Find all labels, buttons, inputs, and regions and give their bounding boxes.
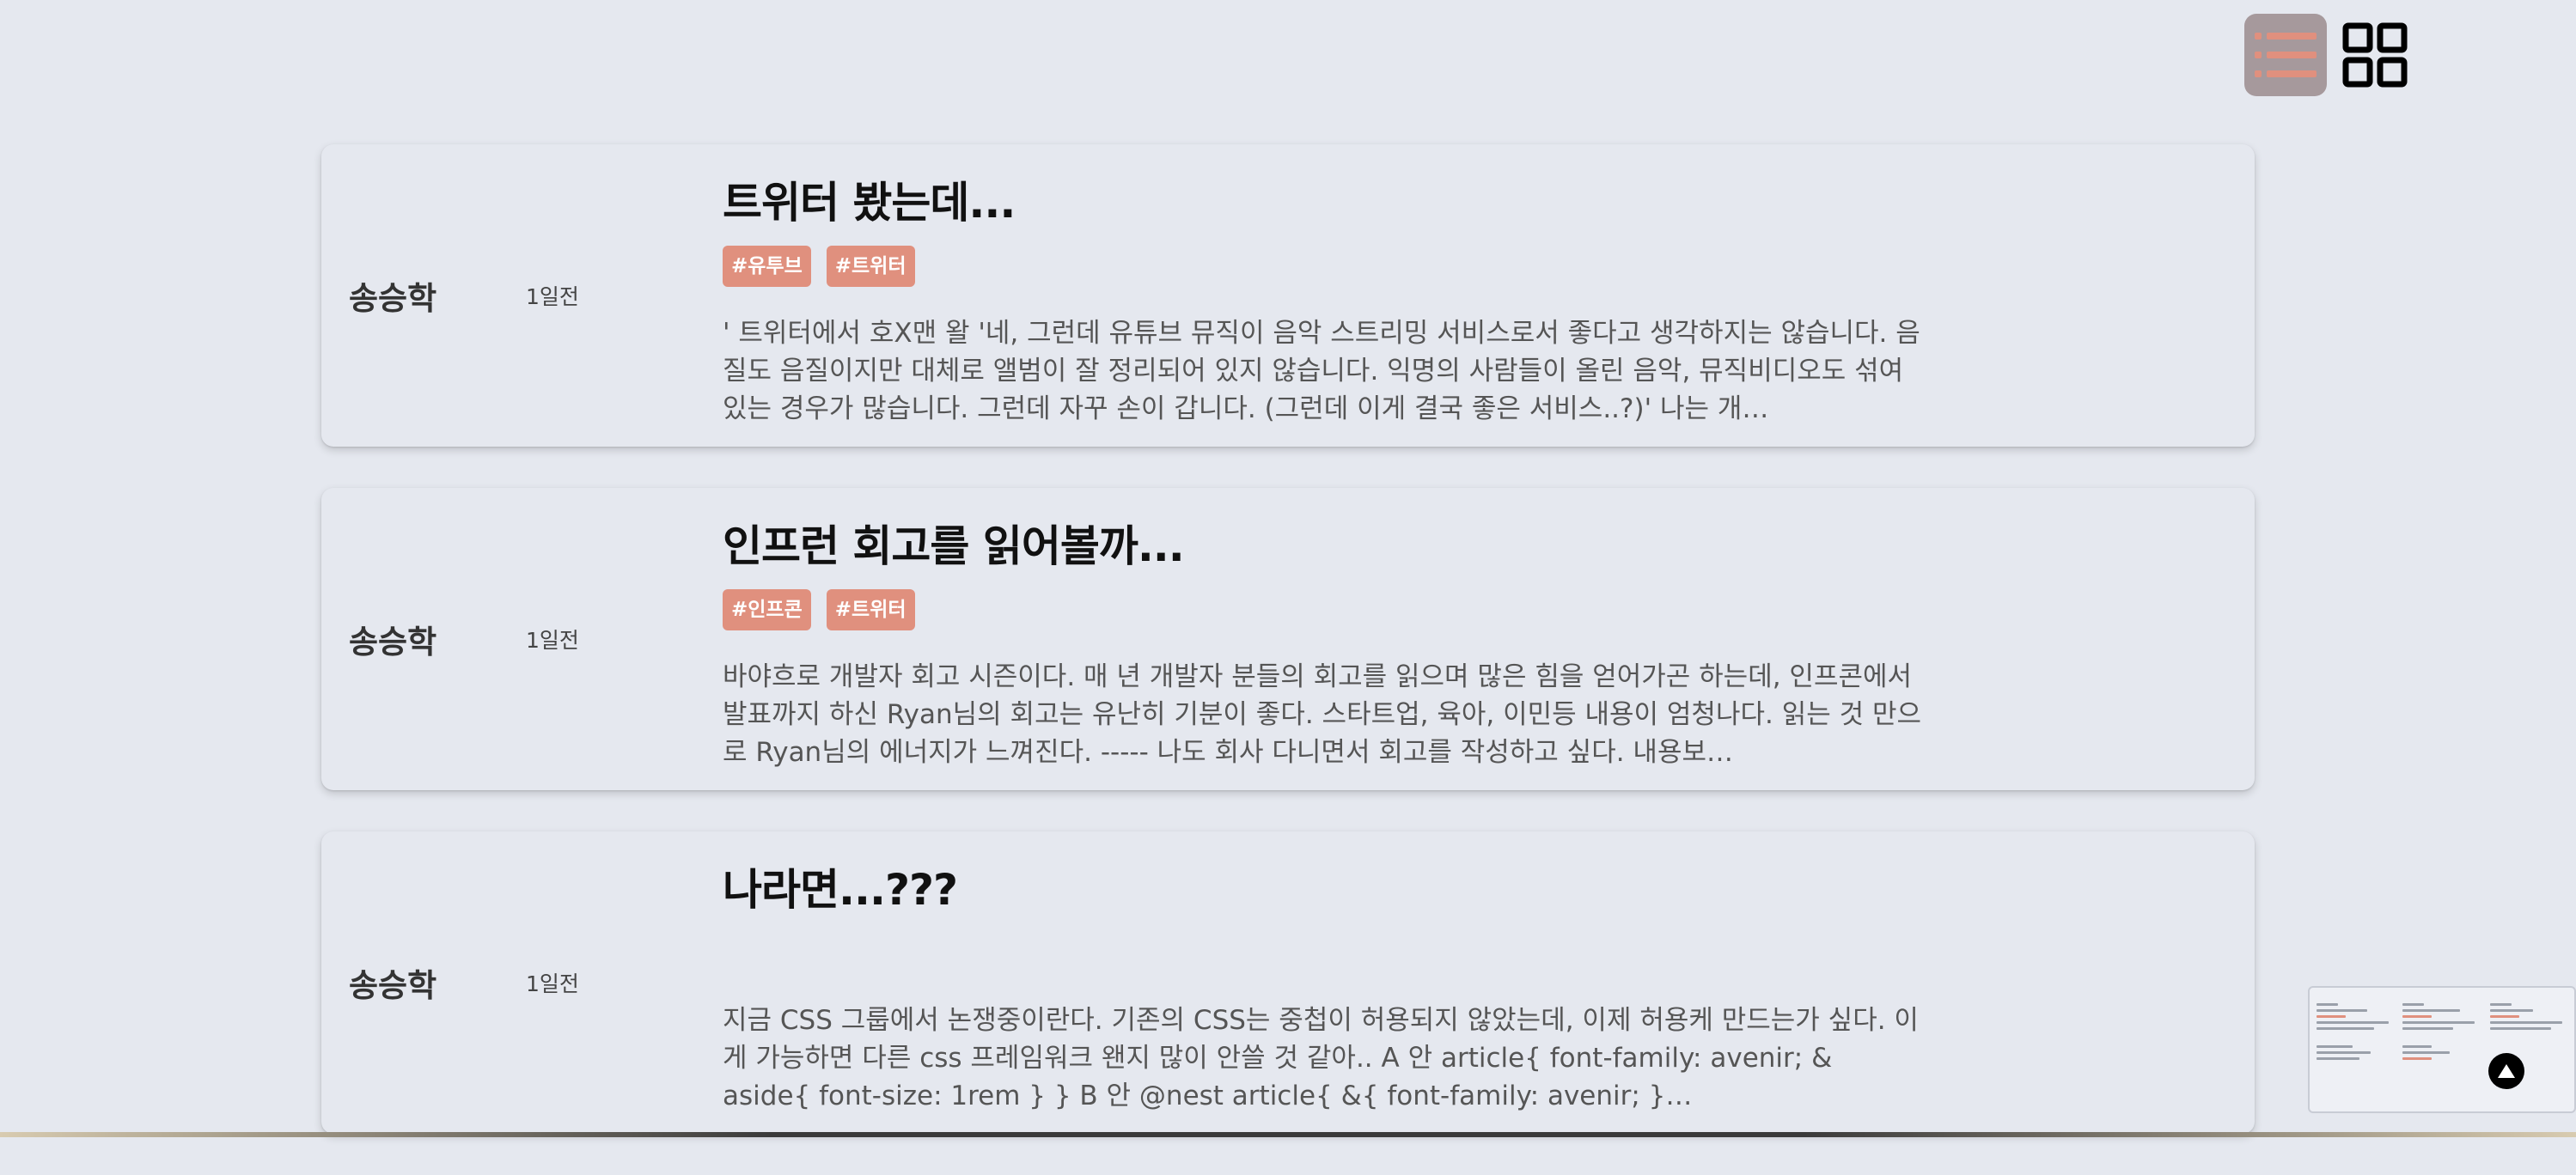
page-thumbnail[interactable] (2308, 986, 2576, 1113)
post-content: 인프런 회고를 읽어볼까... #인프콘 #트위터 바야흐로 개발자 회고 시즌… (723, 508, 1926, 771)
post-card[interactable]: 송승학 1일전 트위터 봤는데... #유투브 #트위터 ' 트위터에서 호X맨… (321, 144, 2255, 447)
post-title[interactable]: 나라면...??? (723, 859, 1926, 921)
view-toggle (2244, 14, 2416, 96)
tag-badge[interactable]: #인프콘 (723, 589, 811, 630)
post-excerpt: 지금 CSS 그룹에서 논쟁중이란다. 기존의 CSS는 중첩이 허용되지 않았… (723, 1005, 1919, 1111)
list-icon (2255, 33, 2317, 77)
post-author: 송승학 (349, 624, 437, 661)
post-excerpt: 바야흐로 개발자 회고 시즌이다. 매 년 개발자 분들의 회고를 읽으며 많은… (723, 661, 1922, 768)
list-view-button[interactable] (2244, 14, 2327, 96)
post-card[interactable]: 송승학 1일전 인프런 회고를 읽어볼까... #인프콘 #트위터 바야흐로 개… (321, 488, 2255, 790)
post-list: 송승학 1일전 트위터 봤는데... #유투브 #트위터 ' 트위터에서 호X맨… (321, 144, 2255, 1175)
post-date: 1일전 (526, 628, 579, 653)
thumbnail-column (2402, 1003, 2475, 1106)
post-date: 1일전 (526, 971, 579, 996)
post-author: 송승학 (349, 280, 437, 317)
thumbnail-column (2317, 1003, 2389, 1106)
post-author: 송승학 (349, 967, 437, 1004)
post-card[interactable]: 송승학 1일전 나라면...??? 지금 CSS 그룹에서 논쟁중이란다. 기존… (321, 831, 2255, 1134)
post-tags: #유투브 #트위터 (723, 246, 1926, 287)
post-title[interactable]: 트위터 봤는데... (723, 172, 1926, 234)
post-tags: #인프콘 #트위터 (723, 589, 1926, 630)
tag-badge[interactable]: #유투브 (723, 246, 811, 287)
post-content: 트위터 봤는데... #유투브 #트위터 ' 트위터에서 호X맨 왈 '네, 그… (723, 165, 1926, 428)
post-date: 1일전 (526, 284, 579, 309)
post-title[interactable]: 인프런 회고를 읽어볼까... (723, 515, 1926, 577)
grid-icon (2342, 22, 2408, 88)
scroll-top-button[interactable] (2488, 1053, 2524, 1089)
arrow-up-icon (2498, 1064, 2515, 1078)
grid-view-button[interactable] (2334, 14, 2416, 96)
window-bottom-edge (0, 1132, 2576, 1137)
tag-badge[interactable]: #트위터 (826, 589, 915, 630)
tag-badge[interactable]: #트위터 (826, 246, 915, 287)
post-excerpt: ' 트위터에서 호X맨 왈 '네, 그런데 유튜브 뮤직이 음악 스트리밍 서비… (723, 318, 1920, 424)
post-content: 나라면...??? 지금 CSS 그룹에서 논쟁중이란다. 기존의 CSS는 중… (723, 852, 1926, 1115)
